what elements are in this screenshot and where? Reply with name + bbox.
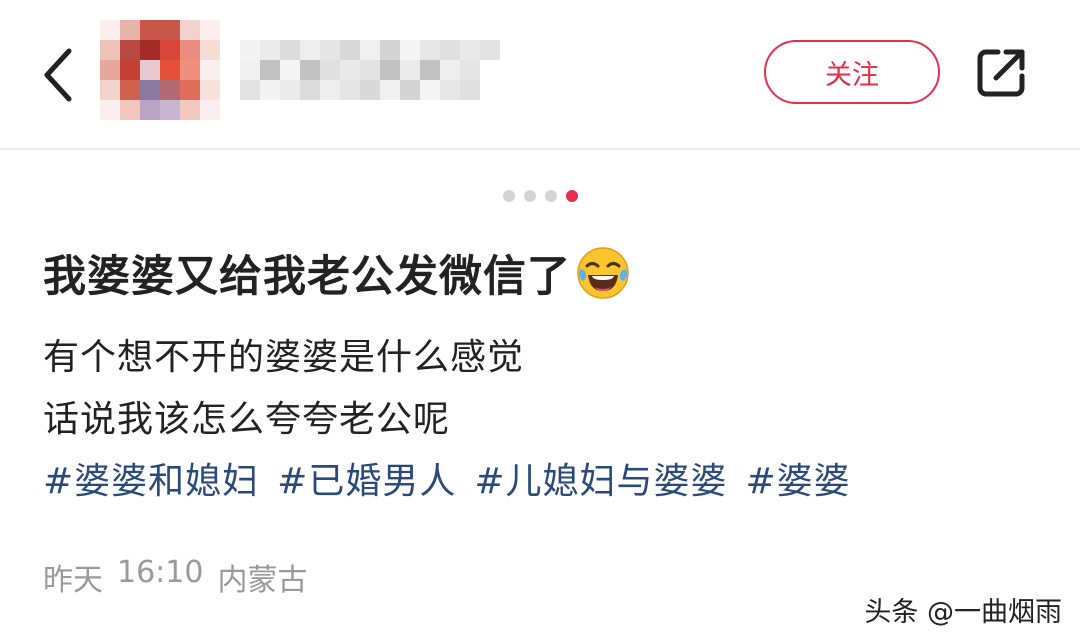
hashtag-link[interactable]: #已婚男人 [277, 452, 456, 504]
follow-button[interactable]: 关注 [764, 40, 940, 104]
hashtag-list: #婆婆和媳妇 #已婚男人 #儿媳妇与婆婆 #婆婆 [43, 452, 851, 504]
share-icon [977, 49, 1025, 97]
top-bar: 关注 [0, 0, 1080, 150]
carousel-dot[interactable] [523, 190, 536, 202]
watermark: 头条 @一曲烟雨 [864, 597, 1062, 628]
carousel-dot[interactable] [565, 190, 578, 202]
post-title-row: 我婆婆又给我老公发微信了 [43, 242, 631, 304]
post-time: 16:10 [117, 555, 204, 590]
hashtag-link[interactable]: #婆婆 [746, 452, 851, 504]
chevron-left-icon [44, 48, 72, 102]
share-button[interactable] [970, 42, 1032, 104]
post-text-line: 话说我该怎么夸夸老公呢 [43, 399, 451, 440]
hashtag-link[interactable]: #儿媳妇与婆婆 [474, 452, 727, 504]
hashtag-link[interactable]: #婆婆和媳妇 [43, 452, 259, 504]
carousel-dot[interactable] [544, 190, 557, 202]
back-button[interactable] [30, 40, 86, 110]
post-location: 内蒙古 [217, 563, 308, 598]
avatar[interactable] [100, 20, 220, 120]
post-meta: 昨天 16:10 内蒙古 [43, 555, 307, 599]
username-blurred[interactable] [240, 40, 500, 100]
carousel-indicator [0, 190, 1080, 202]
post-text-line: 有个想不开的婆婆是什么感觉 [43, 337, 525, 378]
laughing-with-tears-emoji-icon [577, 247, 629, 299]
post-date: 昨天 [43, 563, 103, 598]
carousel-dot[interactable] [502, 190, 515, 202]
post-title: 我婆婆又给我老公发微信了 [43, 252, 571, 302]
